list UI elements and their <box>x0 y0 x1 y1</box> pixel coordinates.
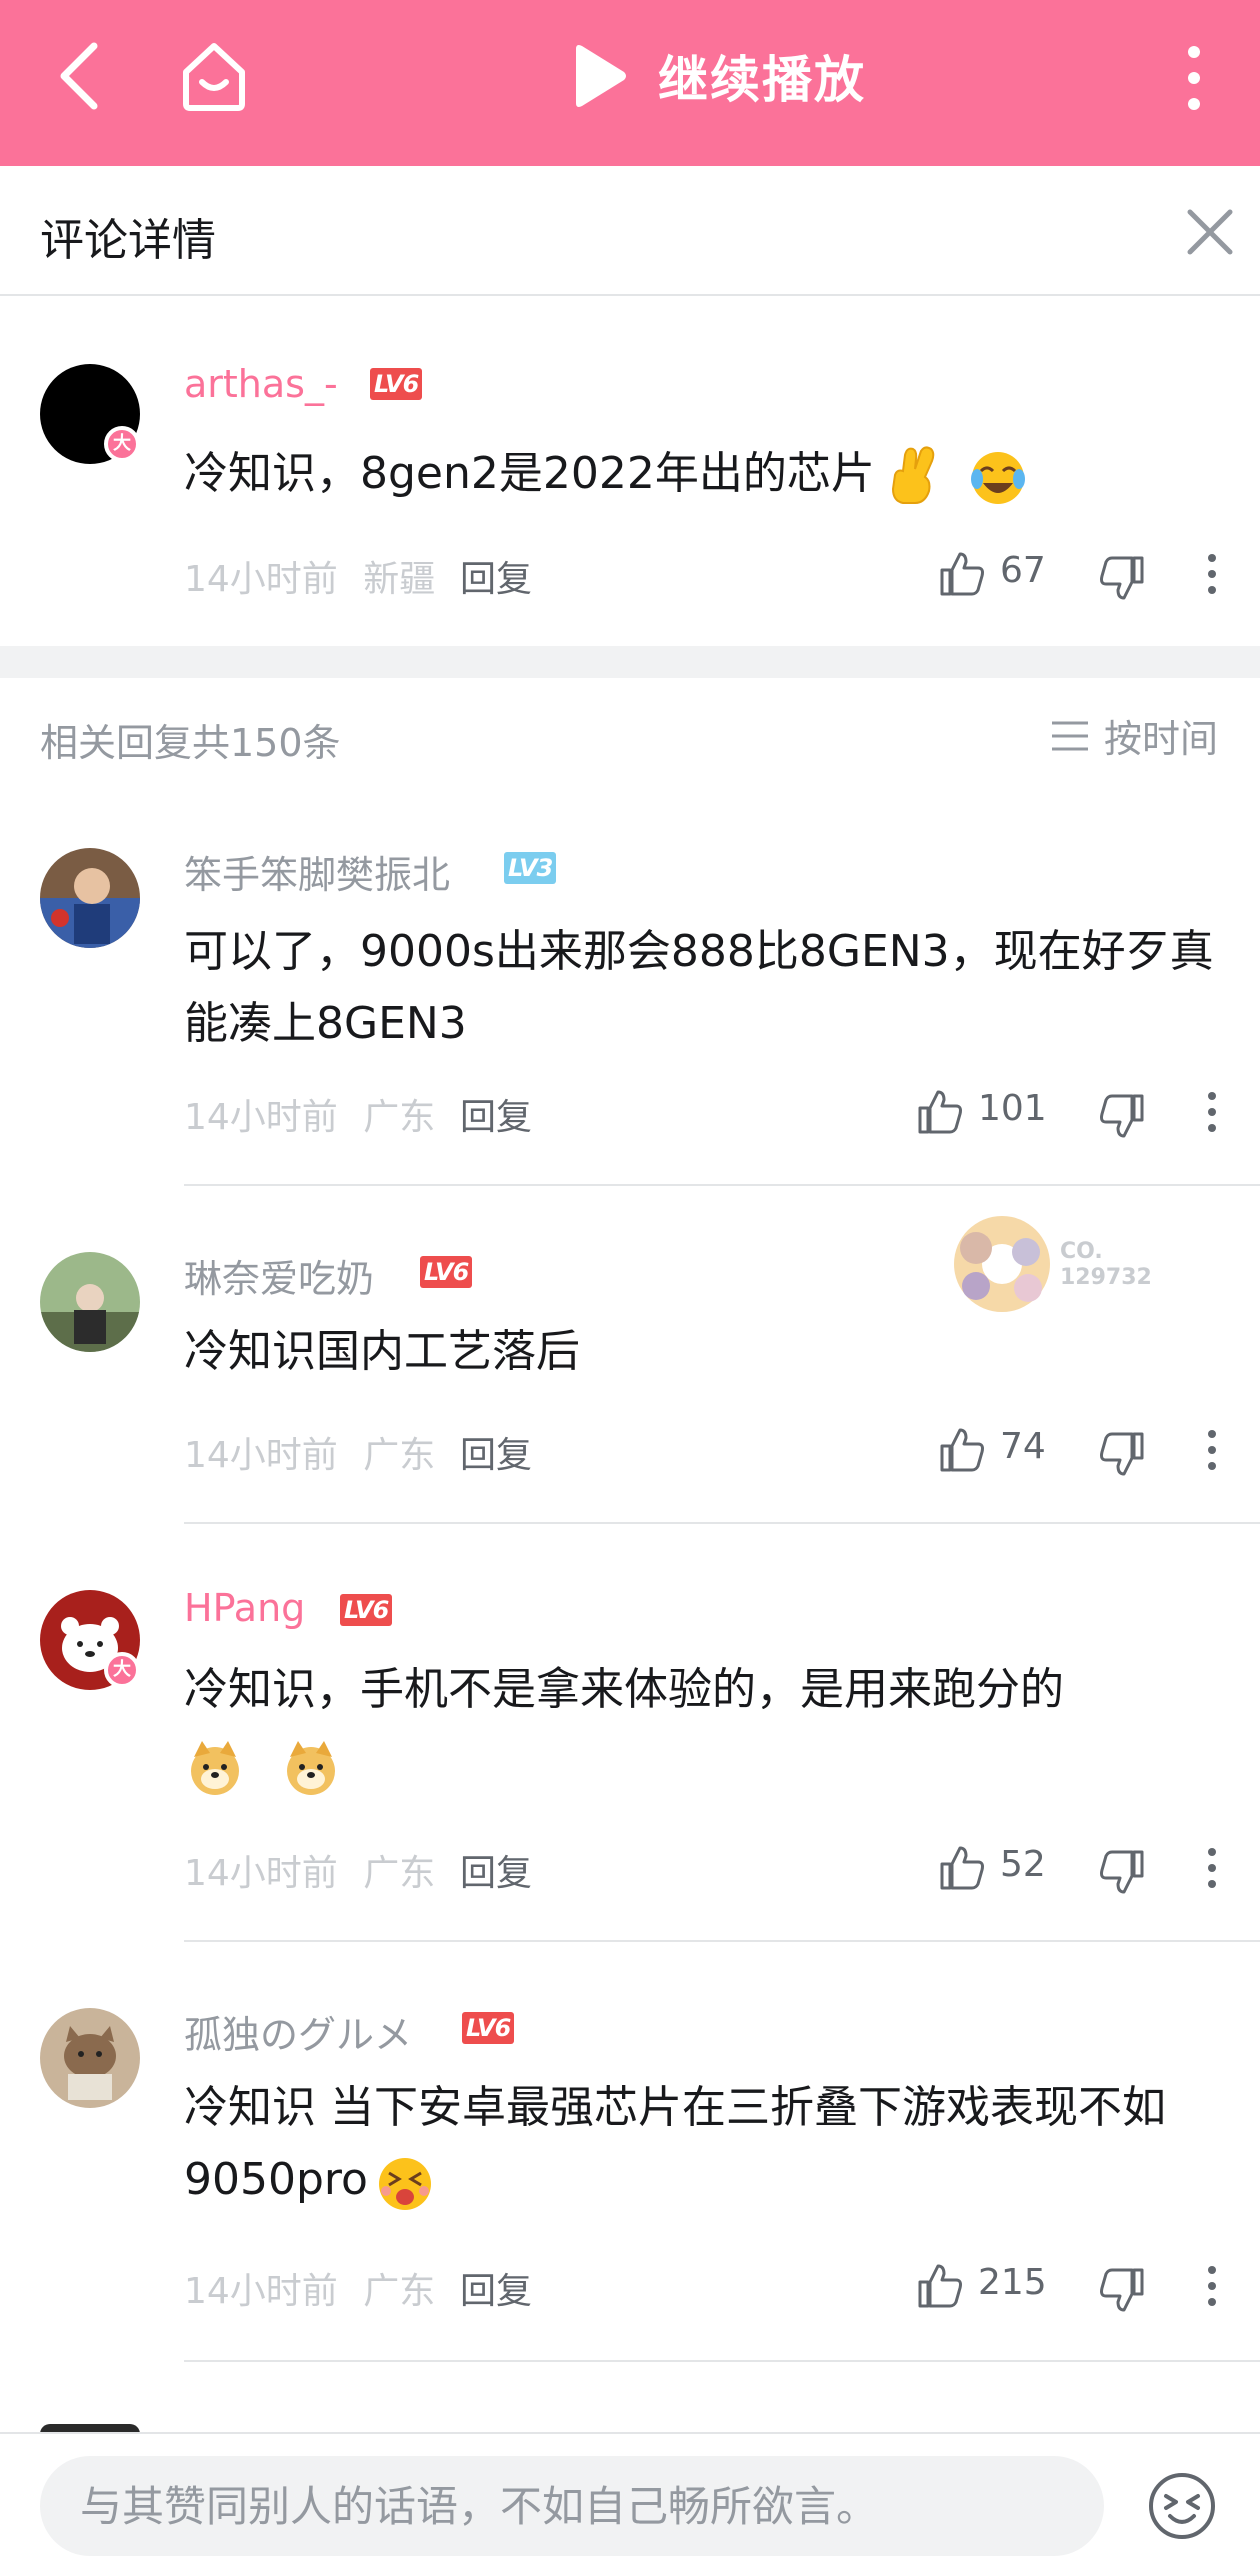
avatar[interactable] <box>40 2008 140 2108</box>
reply-button[interactable]: 回复 <box>460 1426 532 1478</box>
thumbs-down-icon[interactable] <box>1098 554 1146 602</box>
avatar[interactable] <box>40 848 140 948</box>
doge-emoji-icon <box>287 1741 335 1795</box>
vip-badge: 大 <box>104 1652 140 1688</box>
comment-meta: 14小时前 广东 <box>184 2262 435 2314</box>
thumbs-down-icon[interactable] <box>1098 1848 1146 1896</box>
reply-count: 相关回复共150条 <box>40 721 341 765</box>
comment-text-body: 冷知识 当下安卓最强芯片在三折叠下游戏表现不如9050pro <box>184 2082 1166 2205</box>
back-arrow-icon[interactable] <box>52 40 112 112</box>
comment-meta: 14小时前 广东 <box>184 1426 435 1478</box>
comment-time: 14小时前 <box>184 1853 338 1894</box>
thumbs-up-icon[interactable] <box>938 1844 986 1892</box>
comment-location: 新疆 <box>363 559 436 600</box>
comment-text-body: 冷知识，8gen2是2022年出的芯片 <box>184 448 875 499</box>
continue-play-label: 继续播放 <box>658 51 866 109</box>
more-vertical-icon[interactable] <box>1178 42 1210 114</box>
username[interactable]: 琳奈爱吃奶 <box>184 1248 374 1303</box>
thumbs-down-icon[interactable] <box>1098 1092 1146 1140</box>
fan-medal-icon: CO. 129732 <box>954 1216 1152 1312</box>
sort-by-time-button[interactable]: 按时间 <box>1050 708 1218 763</box>
level-badge: LV6 <box>370 368 423 400</box>
comment-location: 广东 <box>363 2271 436 2312</box>
svg-text:CO.: CO. <box>1060 1239 1103 1264</box>
reply-item: 大 HPang LV6 冷知识，手机不是拿来体验的，是用来跑分的 14小时前 广… <box>0 1524 1260 1942</box>
divider <box>184 2360 1260 2362</box>
replies-header: 相关回复共150条 按时间 <box>0 678 1260 788</box>
close-icon[interactable] <box>1184 206 1236 258</box>
username[interactable]: arthas_- <box>184 362 338 406</box>
laughing-tears-emoji-icon <box>970 452 1025 504</box>
continue-play-button[interactable]: 继续播放 <box>568 38 866 114</box>
username[interactable]: HPang <box>184 1586 305 1630</box>
username[interactable]: 笨手笨脚樊振北 <box>184 844 450 899</box>
vip-badge: 大 <box>104 426 140 462</box>
thumbs-up-icon[interactable] <box>916 2262 964 2310</box>
comment-text: 冷知识国内工艺落后 <box>184 1326 580 1377</box>
comment-detail-header: 评论详情 <box>0 166 1260 296</box>
comment-time: 14小时前 <box>184 1435 338 1476</box>
reply-button[interactable]: 回复 <box>460 1844 532 1896</box>
avatar[interactable] <box>40 1252 140 1352</box>
more-options-icon[interactable] <box>1206 1846 1218 1890</box>
level-badge: LV6 <box>420 1256 473 1288</box>
comment-text: 可以了，9000s出来那会888比8GEN3，现在好歹真能凑上8GEN3 <box>184 926 1214 1049</box>
comment-input[interactable] <box>40 2456 1104 2556</box>
reply-item: 琳奈爱吃奶 LV6 CO. 129732 冷知识国内工艺落后 14小时前 广东 … <box>0 1186 1260 1524</box>
comment-input-bar <box>0 2432 1260 2575</box>
doge-emoji-icon <box>191 1741 239 1795</box>
comment-meta: 14小时前 新疆 <box>184 550 435 602</box>
excited-face-emoji-icon <box>378 2158 431 2210</box>
comment-time: 14小时前 <box>184 2271 338 2312</box>
more-options-icon[interactable] <box>1206 1090 1218 1134</box>
comment-time: 14小时前 <box>184 559 338 600</box>
section-divider <box>0 646 1260 678</box>
emoji-picker-icon[interactable] <box>1146 2470 1218 2542</box>
reply-button[interactable]: 回复 <box>460 2262 532 2314</box>
like-count: 67 <box>1000 550 1046 591</box>
reply-item: 笨手笨脚樊振北 LV3 可以了，9000s出来那会888比8GEN3，现在好歹真… <box>0 788 1260 1186</box>
level-badge: LV6 <box>340 1594 393 1626</box>
sort-label: 按时间 <box>1104 717 1219 761</box>
more-options-icon[interactable] <box>1206 2264 1218 2308</box>
like-count: 215 <box>978 2262 1047 2303</box>
like-count: 74 <box>1000 1426 1046 1467</box>
comment-text: 冷知识 当下安卓最强芯片在三折叠下游戏表现不如9050pro <box>184 2072 1214 2216</box>
comment-meta: 14小时前 广东 <box>184 1844 435 1896</box>
more-options-icon[interactable] <box>1206 1428 1218 1472</box>
top-bar: 继续播放 <box>0 0 1260 166</box>
comment-location: 广东 <box>363 1853 436 1894</box>
comment-text: 冷知识，手机不是拿来体验的，是用来跑分的 <box>184 1654 1214 1802</box>
victory-hand-emoji-icon <box>891 446 935 504</box>
thumbs-down-icon[interactable] <box>1098 1430 1146 1478</box>
level-badge: LV3 <box>504 852 557 884</box>
comment-meta: 14小时前 广东 <box>184 1088 435 1140</box>
reply-item: 孤独のグルメ LV6 冷知识 当下安卓最强芯片在三折叠下游戏表现不如9050pr… <box>0 1942 1260 2362</box>
reply-button[interactable]: 回复 <box>460 550 532 602</box>
svg-text:129732: 129732 <box>1060 1265 1152 1290</box>
emoji-row <box>184 1730 1214 1802</box>
more-options-icon[interactable] <box>1206 552 1218 596</box>
home-icon[interactable] <box>178 38 250 112</box>
thumbs-down-icon[interactable] <box>1098 2266 1146 2314</box>
comment-time: 14小时前 <box>184 1097 338 1138</box>
thumbs-up-icon[interactable] <box>938 1426 986 1474</box>
like-count: 52 <box>1000 1844 1046 1885</box>
thumbs-up-icon[interactable] <box>938 550 986 598</box>
comment-location: 广东 <box>363 1435 436 1476</box>
main-comment: 大 arthas_- LV6 冷知识，8gen2是2022年出的芯片 14小时前… <box>0 296 1260 646</box>
play-icon <box>576 45 626 107</box>
comment-location: 广东 <box>363 1097 436 1138</box>
comment-text: 冷知识，8gen2是2022年出的芯片 <box>184 438 1214 510</box>
username[interactable]: 孤独のグルメ <box>184 2004 412 2059</box>
like-count: 101 <box>978 1088 1047 1129</box>
list-sort-icon <box>1052 721 1088 750</box>
page-title: 评论详情 <box>40 215 216 266</box>
thumbs-up-icon[interactable] <box>916 1088 964 1136</box>
level-badge: LV6 <box>462 2012 515 2044</box>
reply-button[interactable]: 回复 <box>460 1088 532 1140</box>
comment-text-body: 冷知识，手机不是拿来体验的，是用来跑分的 <box>184 1664 1064 1715</box>
